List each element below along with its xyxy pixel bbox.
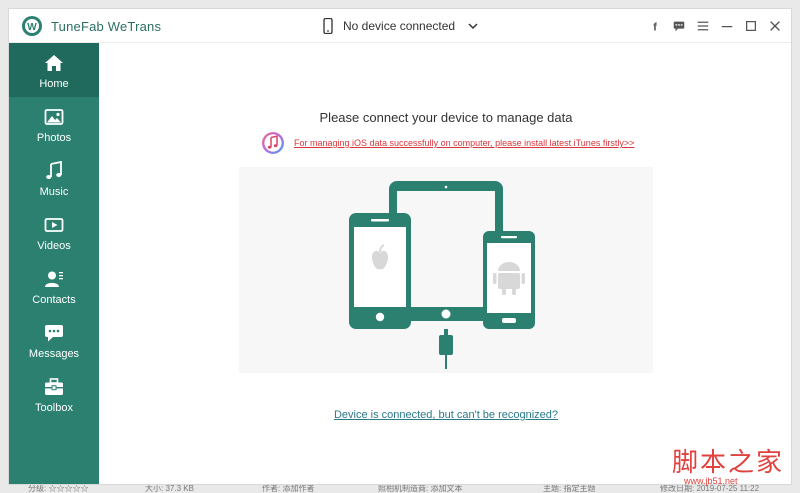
app-window: W TuneFab WeTrans No device connected f	[8, 8, 792, 485]
svg-text:f: f	[653, 21, 657, 33]
phone-icon	[323, 18, 333, 34]
install-itunes-link[interactable]: For managing iOS data successfully on co…	[294, 138, 634, 148]
video-camera-icon	[44, 218, 64, 232]
title-bar: W TuneFab WeTrans No device connected f	[9, 9, 791, 43]
svg-text:W: W	[27, 22, 37, 33]
usb-cable-illustration	[439, 329, 453, 369]
sidebar-item-label: Music	[39, 186, 69, 198]
watermark-text: 脚本之家	[672, 448, 785, 478]
close-icon[interactable]	[767, 18, 783, 34]
site-watermark: 脚本之家 www.jb51.net	[672, 442, 794, 486]
feedback-icon[interactable]	[671, 18, 687, 34]
sidebar-item-videos[interactable]: Videos	[9, 205, 99, 259]
footer-item: 大小: 37.3 KB	[145, 485, 194, 493]
footer-item: 修改日期: 2019-07-25 11:22	[660, 485, 760, 493]
facebook-icon[interactable]: f	[647, 18, 663, 34]
maximize-icon[interactable]	[743, 18, 759, 34]
sidebar-item-home[interactable]: Home	[9, 43, 99, 97]
iphone-illustration	[349, 213, 411, 329]
sidebar-item-toolbox[interactable]: Toolbox	[9, 367, 99, 421]
device-selector[interactable]: No device connected	[321, 16, 481, 36]
app-title: TuneFab WeTrans	[51, 19, 162, 34]
android-phone-illustration	[483, 231, 535, 329]
device-selector-label: No device connected	[343, 19, 456, 33]
connect-device-illustration	[239, 167, 653, 373]
window-controls: f	[639, 18, 783, 34]
chat-bubble-icon	[45, 325, 63, 342]
footer-item: 分级: ☆☆☆☆☆	[28, 485, 89, 493]
sidebar-item-music[interactable]: Music	[9, 151, 99, 205]
page-title: Please connect your device to manage dat…	[319, 110, 573, 125]
devices-illustration	[349, 181, 535, 369]
home-icon	[45, 55, 63, 71]
itunes-icon	[262, 132, 284, 154]
minimize-icon[interactable]	[719, 18, 735, 34]
sidebar-item-photos[interactable]: Photos	[9, 97, 99, 151]
menu-icon[interactable]	[695, 18, 711, 34]
chevron-down-icon[interactable]	[467, 20, 479, 32]
sidebar-item-label: Toolbox	[35, 402, 73, 414]
sidebar-item-label: Contacts	[32, 294, 76, 306]
image-icon	[44, 109, 64, 125]
device-not-recognized-link[interactable]: Device is connected, but can't be recogn…	[99, 409, 791, 421]
contacts-icon	[45, 271, 63, 287]
app-logo-icon: W	[22, 16, 42, 36]
sidebar-item-label: Messages	[28, 348, 80, 360]
footer-item: 作者: 添加作者	[262, 485, 315, 493]
sidebar-item-messages[interactable]: Messages	[9, 313, 99, 367]
footer-item: 主题: 指定主题	[543, 485, 596, 493]
main-panel: Please connect your device to manage dat…	[99, 43, 791, 484]
sidebar-item-label: Photos	[36, 132, 72, 144]
sidebar-item-label: Home	[39, 78, 69, 90]
footer-item: 照相机制造商: 添加文本	[378, 485, 463, 493]
sidebar-item-contacts[interactable]: Contacts	[9, 259, 99, 313]
music-note-icon	[46, 161, 62, 179]
toolbox-icon	[45, 378, 63, 395]
file-properties-strip: 分级: ☆☆☆☆☆ 大小: 37.3 KB 作者: 添加作者 照相机制造商: 添…	[0, 485, 800, 493]
sidebar: Home Photos Music Videos Contacts Messag…	[9, 43, 99, 484]
sidebar-item-label: Videos	[37, 240, 71, 252]
